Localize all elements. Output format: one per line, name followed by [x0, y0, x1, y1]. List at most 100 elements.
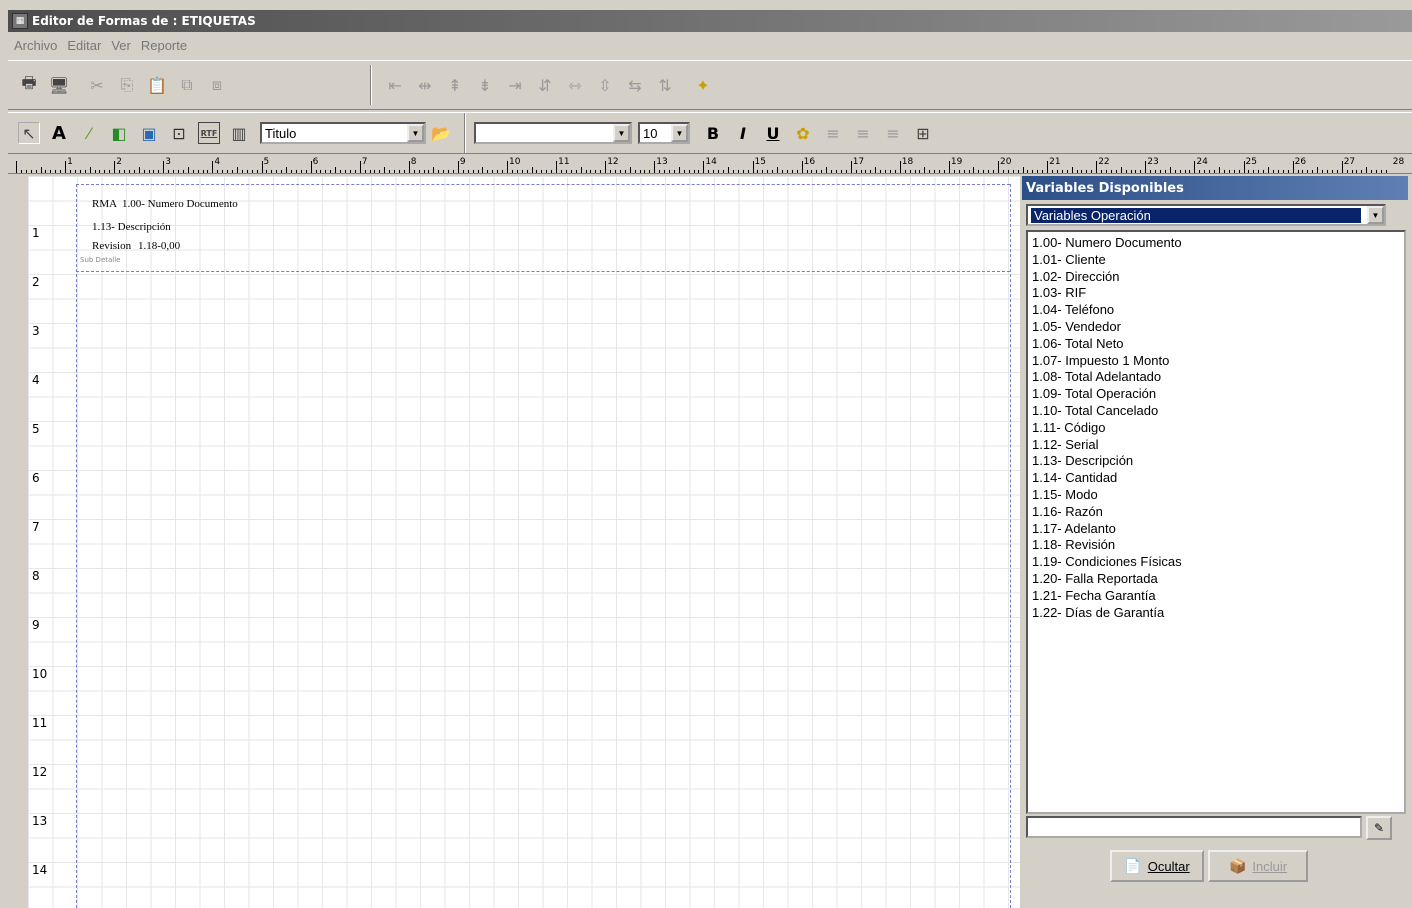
list-item[interactable]: 1.21- Fecha Garantía — [1032, 588, 1400, 605]
text-tool-icon[interactable]: A — [48, 122, 70, 144]
open-folder-icon[interactable]: 📂 — [430, 122, 452, 144]
font-combo[interactable]: ▼ — [474, 122, 632, 144]
menu-ver[interactable]: Ver — [111, 38, 131, 53]
field-rma-label[interactable]: RMA — [92, 198, 117, 210]
copy-icon[interactable]: ⎘ — [116, 74, 138, 96]
list-item[interactable]: 1.01- Cliente — [1032, 252, 1400, 269]
field-descripcion[interactable]: 1.13- Descripción — [92, 221, 171, 233]
ruler-tick — [1194, 161, 1196, 173]
list-item[interactable]: 1.07- Impuesto 1 Monto — [1032, 353, 1400, 370]
ruler-tick — [1228, 170, 1230, 173]
variables-combo[interactable]: Variables Operación ▼ — [1026, 204, 1386, 226]
design-canvas[interactable]: RMA 1.00- Numero Documento 1.13- Descrip… — [28, 176, 1020, 908]
line-tool-icon[interactable]: ⁄ — [78, 122, 100, 144]
ruler-tick — [418, 170, 420, 173]
ruler-tick — [467, 170, 469, 173]
list-item[interactable]: 1.16- Razón — [1032, 504, 1400, 521]
color-palette-icon[interactable]: ✿ — [792, 122, 814, 144]
align-left-icon[interactable]: ⇤ — [384, 74, 406, 96]
filter-button[interactable]: ✎ — [1366, 816, 1392, 840]
align-bottom-icon[interactable]: ⇟ — [474, 74, 496, 96]
ruler-tick — [1356, 170, 1358, 173]
same-height-icon[interactable]: ⇳ — [594, 74, 616, 96]
style-combo[interactable]: Titulo ▼ — [260, 122, 426, 144]
ruler-tick — [880, 170, 882, 173]
image-tool-icon[interactable]: ▣ — [138, 122, 160, 144]
align-right-icon[interactable]: ⇥ — [504, 74, 526, 96]
list-item[interactable]: 1.12- Serial — [1032, 437, 1400, 454]
shape-tool-icon[interactable]: ◧ — [108, 122, 130, 144]
menu-editar[interactable]: Editar — [67, 38, 101, 53]
space-horizontal-icon[interactable]: ⇆ — [624, 74, 646, 96]
list-item[interactable]: 1.20- Falla Reportada — [1032, 571, 1400, 588]
list-item[interactable]: 1.10- Total Cancelado — [1032, 403, 1400, 420]
list-item[interactable]: 1.19- Condiciones Físicas — [1032, 554, 1400, 571]
ruler-tick — [477, 170, 479, 173]
list-item[interactable]: 1.08- Total Adelantado — [1032, 369, 1400, 386]
rtf-tool-icon[interactable]: RTF — [198, 122, 220, 144]
title-bar: ▦ Editor de Formas de : ETIQUETAS — [8, 10, 1412, 32]
ruler-tick — [1238, 170, 1240, 173]
field-numero-documento[interactable]: 1.00- Numero Documento — [122, 198, 238, 210]
ruler-tick — [290, 170, 292, 173]
list-item[interactable]: 1.22- Días de Garantía — [1032, 605, 1400, 622]
variables-list[interactable]: 1.00- Numero Documento 1.01- Cliente 1.02-… — [1026, 230, 1406, 814]
list-item[interactable]: 1.09- Total Operación — [1032, 386, 1400, 403]
ruler-number: 5 — [263, 157, 270, 167]
list-item[interactable]: 1.03- RIF — [1032, 285, 1400, 302]
include-button[interactable]: 📦 Incluir — [1208, 850, 1308, 882]
field-revision-label[interactable]: Revision — [92, 240, 131, 252]
chevron-down-icon[interactable]: ▼ — [407, 124, 424, 142]
align-top-icon[interactable]: ⇞ — [444, 74, 466, 96]
italic-button[interactable]: I — [732, 122, 754, 144]
filter-input[interactable] — [1026, 816, 1362, 838]
align-center-icon[interactable]: ⇹ — [414, 74, 436, 96]
list-item[interactable]: 1.05- Vendedor — [1032, 319, 1400, 336]
align-text-center-icon[interactable]: ≡ — [852, 122, 874, 144]
list-item[interactable]: 1.04- Teléfono — [1032, 302, 1400, 319]
monitor-icon[interactable]: 🖥 — [48, 74, 70, 96]
ruler-tick — [45, 170, 47, 173]
ruler-tick — [1169, 167, 1171, 173]
size-combo[interactable]: 10 ▼ — [638, 122, 690, 144]
border-icon[interactable]: ⊞ — [912, 122, 934, 144]
list-item[interactable]: 1.15- Modo — [1032, 487, 1400, 504]
ruler-number: 4 — [214, 157, 221, 167]
chevron-down-icon[interactable]: ▼ — [1367, 206, 1384, 224]
space-vertical-icon[interactable]: ⇅ — [654, 74, 676, 96]
chevron-down-icon[interactable]: ▼ — [671, 124, 688, 142]
ruler-tick — [914, 170, 916, 173]
menu-archivo[interactable]: Archivo — [14, 38, 57, 53]
list-item[interactable]: 1.14- Cantidad — [1032, 470, 1400, 487]
ruler-number: 14 — [705, 157, 717, 167]
bold-button[interactable]: B — [702, 122, 724, 144]
hide-button[interactable]: 📄 Ocultar — [1110, 850, 1204, 882]
underline-button[interactable]: U — [762, 122, 784, 144]
ruler-number: 20 — [1000, 157, 1012, 167]
ruler-tick — [939, 170, 941, 173]
list-item[interactable]: 1.18- Revisión — [1032, 537, 1400, 554]
barcode-tool-icon[interactable]: ▥ — [228, 122, 250, 144]
list-item[interactable]: 1.02- Dirección — [1032, 269, 1400, 286]
paste-icon[interactable]: 📋 — [146, 74, 168, 96]
pointer-icon[interactable]: ↖ — [18, 122, 40, 144]
list-item[interactable]: 1.13- Descripción — [1032, 453, 1400, 470]
list-item[interactable]: 1.00- Numero Documento — [1032, 235, 1400, 252]
field-tool-icon[interactable]: ⊡ — [168, 122, 190, 144]
print-preview-icon[interactable]: 🖶 — [18, 73, 40, 96]
chevron-down-icon[interactable]: ▼ — [613, 124, 630, 142]
cut-icon[interactable]: ✂ — [86, 74, 108, 96]
pin-icon[interactable]: ✦ — [692, 74, 714, 96]
ungroup-icon[interactable]: ⧈ — [206, 74, 228, 96]
align-text-left-icon[interactable]: ≡ — [822, 122, 844, 144]
align-text-right-icon[interactable]: ≡ — [882, 122, 904, 144]
field-revision-value[interactable]: 1.18-0,00 — [138, 240, 180, 252]
list-item[interactable]: 1.06- Total Neto — [1032, 336, 1400, 353]
menu-reporte[interactable]: Reporte — [141, 38, 187, 53]
align-middle-icon[interactable]: ⇵ — [534, 74, 556, 96]
same-width-icon[interactable]: ⇿ — [564, 74, 586, 96]
list-item[interactable]: 1.11- Código — [1032, 420, 1400, 437]
list-item[interactable]: 1.17- Adelanto — [1032, 521, 1400, 538]
ruler-tick — [207, 170, 209, 173]
group-icon[interactable]: ⧉ — [176, 74, 198, 96]
